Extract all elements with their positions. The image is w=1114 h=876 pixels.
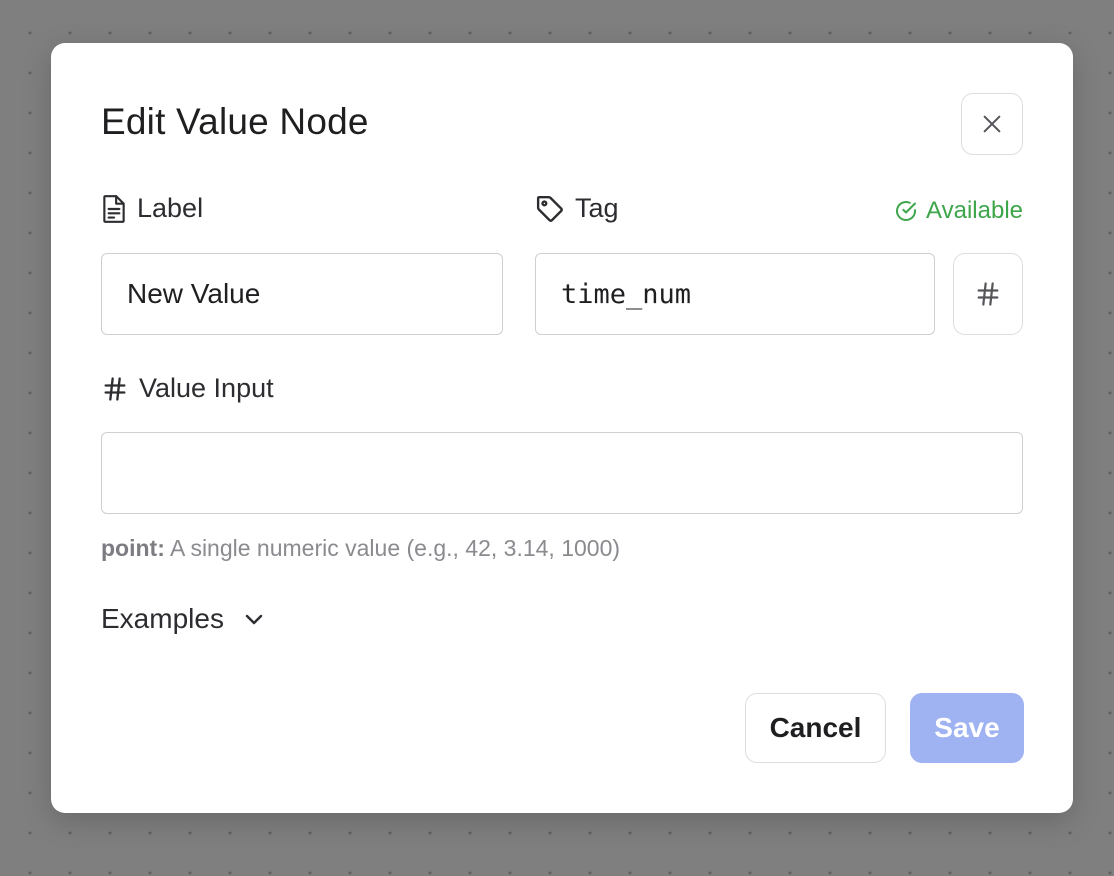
value-input-field-title: Value Input — [139, 373, 274, 403]
hash-icon — [104, 376, 126, 401]
availability-text: Available — [926, 197, 1023, 224]
label-input[interactable] — [101, 253, 503, 335]
hash-icon — [977, 282, 999, 306]
edit-value-node-dialog: Edit Value Node Label Tag Available New … — [51, 43, 1073, 813]
cancel-button[interactable]: Cancel — [745, 693, 886, 763]
value-input-field-label: Value Input — [101, 373, 274, 404]
tag-icon — [536, 195, 563, 222]
value-input[interactable] — [101, 432, 1023, 514]
examples-label: Examples — [101, 603, 224, 634]
label-field-label: Label — [101, 193, 203, 224]
tag-field-label: Tag — [535, 193, 619, 224]
value-input-hint: point: A single numeric value (e.g., 42,… — [101, 535, 620, 562]
close-button[interactable] — [961, 93, 1023, 155]
tag-type-button[interactable] — [953, 253, 1023, 335]
hint-text: A single numeric value (e.g., 42, 3.14, … — [164, 535, 621, 561]
hint-term: point: — [101, 535, 165, 561]
examples-toggle[interactable]: Examples — [101, 603, 266, 635]
tag-field-title: Tag — [575, 193, 619, 223]
tag-input[interactable] — [535, 253, 935, 335]
label-field-title: Label — [137, 193, 204, 223]
chevron-down-icon — [245, 614, 263, 625]
close-icon — [983, 115, 1001, 133]
document-icon — [103, 194, 125, 223]
tag-availability-status: Available — [894, 197, 1023, 225]
check-circle-icon — [896, 201, 917, 221]
save-button[interactable]: Save — [910, 693, 1024, 763]
dialog-title: Edit Value Node — [101, 101, 369, 142]
